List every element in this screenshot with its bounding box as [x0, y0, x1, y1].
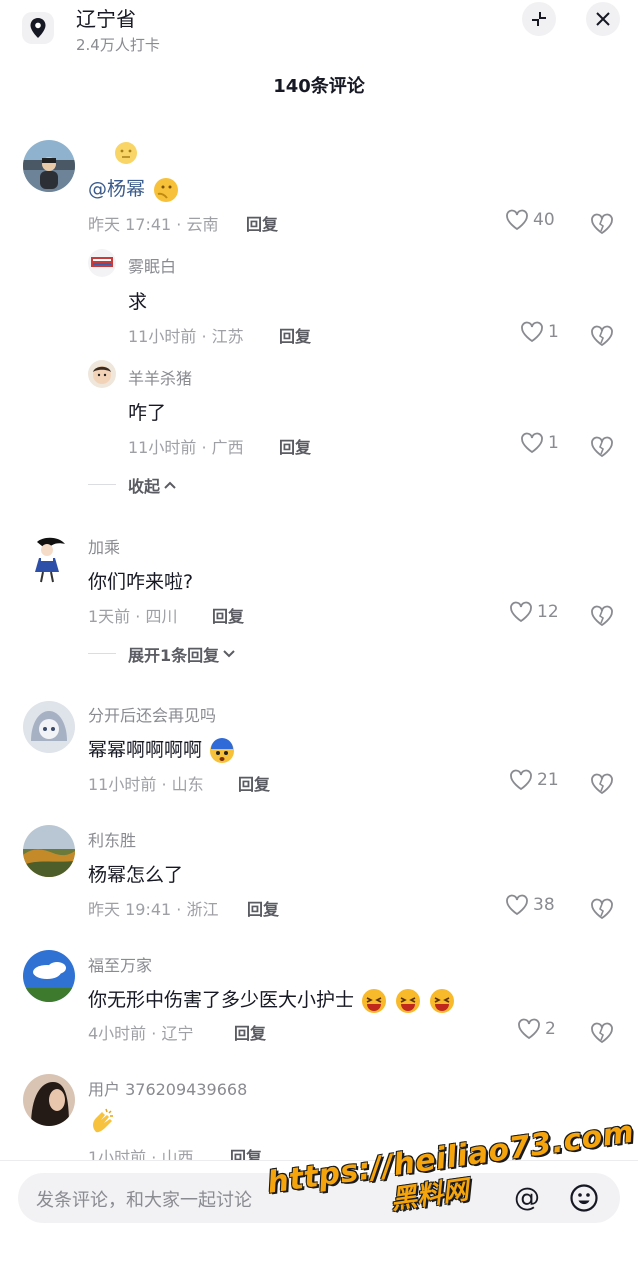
heart-icon: [510, 769, 532, 791]
crescent-moon-icon: [93, 143, 102, 161]
comment-meta: 4小时前 · 辽宁: [88, 1024, 194, 1043]
crescent-moon-icon: [150, 143, 159, 161]
comment-meta: 11小时前 · 山东: [88, 775, 204, 794]
avatar[interactable]: [23, 950, 75, 1002]
comment-input-placeholder: 发条评论，和大家一起讨论: [36, 1190, 252, 1211]
comment-author-name[interactable]: 用户 376209439668: [88, 1076, 247, 1100]
reply-button[interactable]: 回复: [279, 434, 311, 458]
thinking-face-icon: [154, 177, 179, 202]
avatar[interactable]: [23, 532, 75, 584]
heart-icon: [521, 432, 543, 454]
avatar[interactable]: [88, 360, 116, 388]
fold-divider: [88, 653, 116, 654]
like-count: 2: [545, 1019, 556, 1039]
comment-author-name[interactable]: 分开后还会再见吗: [88, 702, 216, 726]
comment-text[interactable]: @杨幂: [88, 174, 179, 204]
shocked-blue-face-icon: [210, 737, 235, 763]
laughing-face-icon: [430, 988, 455, 1013]
avatar[interactable]: [23, 701, 75, 753]
broken-heart-icon[interactable]: [589, 1019, 615, 1045]
expand-replies-button[interactable]: 展开1条回复: [128, 642, 235, 666]
like-count: 1: [548, 433, 559, 453]
heart-icon: [521, 321, 543, 343]
comment-emoji-row: [90, 141, 162, 165]
collapse-icon: [532, 12, 546, 26]
reply-author-name[interactable]: 雾眠白: [128, 253, 176, 277]
like-button[interactable]: 38: [505, 894, 555, 916]
chevron-down-icon: [223, 650, 235, 658]
reply-text[interactable]: 咋了: [128, 398, 166, 425]
comment-text[interactable]: [88, 1106, 118, 1136]
like-button[interactable]: 21: [509, 769, 559, 791]
comment-count-title: 140条评论: [273, 76, 365, 97]
collapse-button[interactable]: [522, 2, 556, 36]
reply-text[interactable]: 求: [128, 287, 147, 314]
reply-button[interactable]: 回复: [279, 323, 311, 347]
like-button[interactable]: 1: [520, 321, 559, 343]
fold-divider: [88, 484, 116, 485]
like-count: 21: [537, 770, 559, 790]
like-count: 40: [533, 210, 555, 230]
heart-icon: [506, 894, 528, 916]
comment-text[interactable]: 杨幂怎么了: [88, 860, 183, 887]
broken-heart-icon[interactable]: [589, 433, 615, 459]
full-moon-face-icon: [115, 142, 137, 164]
comment-meta: 昨天 19:41 · 浙江: [88, 900, 219, 919]
reply-button[interactable]: 回复: [234, 1020, 266, 1044]
reply-button[interactable]: 回复: [246, 211, 278, 235]
broken-heart-icon[interactable]: [589, 322, 615, 348]
collapse-replies-button[interactable]: 收起: [128, 473, 176, 497]
heart-icon: [506, 209, 528, 231]
reply-meta: 11小时前 · 江苏: [128, 327, 244, 346]
like-button[interactable]: 40: [505, 209, 555, 231]
chevron-up-icon: [164, 481, 176, 489]
like-button[interactable]: 2: [517, 1018, 556, 1040]
comment-text[interactable]: 幂幂啊啊啊啊: [88, 735, 236, 765]
location-pin-icon: [22, 12, 54, 44]
reply-button[interactable]: 回复: [247, 896, 279, 920]
like-count: 1: [548, 322, 559, 342]
reply-button[interactable]: 回复: [238, 771, 270, 795]
laughing-face-icon: [396, 988, 421, 1013]
avatar[interactable]: [88, 249, 116, 277]
avatar[interactable]: [23, 825, 75, 877]
location-title[interactable]: 辽宁省: [76, 3, 136, 32]
avatar[interactable]: [23, 140, 75, 192]
reply-button[interactable]: 回复: [212, 603, 244, 627]
heart-icon: [510, 601, 532, 623]
close-button[interactable]: [586, 2, 620, 36]
broken-heart-icon[interactable]: [589, 210, 615, 236]
comment-meta: 1天前 · 四川: [88, 607, 178, 626]
close-icon: [596, 12, 610, 26]
comment-meta: 昨天 17:41 · 云南: [88, 215, 219, 234]
comment-author-name[interactable]: 利东胜: [88, 827, 136, 851]
broken-heart-icon[interactable]: [589, 770, 615, 796]
checkin-count: 2.4万人打卡: [76, 36, 160, 54]
heart-icon: [518, 1018, 540, 1040]
like-button[interactable]: 12: [509, 601, 559, 623]
like-button[interactable]: 1: [520, 432, 559, 454]
comment-author-name[interactable]: 福至万家: [88, 952, 152, 976]
broken-heart-icon[interactable]: [589, 602, 615, 628]
comment-text[interactable]: 你无形中伤害了多少医大小护士: [88, 985, 456, 1015]
laughing-face-icon: [362, 988, 387, 1013]
comment-author-name[interactable]: 加乘: [88, 534, 120, 558]
comment-text[interactable]: 你们咋来啦?: [88, 567, 193, 594]
location-header: 辽宁省 2.4万人打卡: [0, 0, 638, 62]
reply-author-name[interactable]: 羊羊杀猪: [128, 365, 192, 389]
clapping-hands-icon: [93, 1108, 113, 1133]
reply-meta: 11小时前 · 广西: [128, 438, 244, 457]
like-count: 38: [533, 895, 555, 915]
avatar[interactable]: [23, 1074, 75, 1126]
like-count: 12: [537, 602, 559, 622]
broken-heart-icon[interactable]: [589, 895, 615, 921]
